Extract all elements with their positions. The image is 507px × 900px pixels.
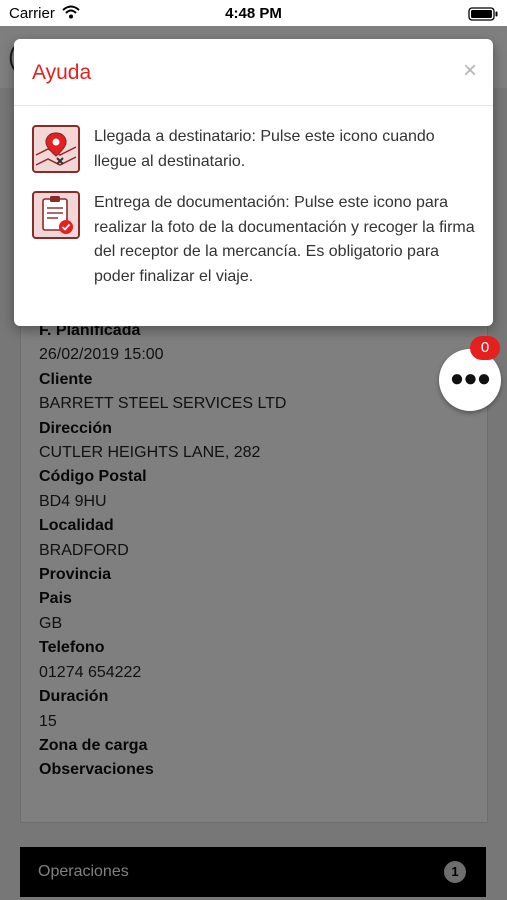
modal-header: Ayuda ×: [14, 39, 493, 106]
more-dots-icon: ●●●: [449, 365, 492, 392]
battery-icon: [468, 7, 498, 25]
help-modal: Ayuda × Llegada a destinatario: Pulse es…: [14, 39, 493, 326]
status-bar: Carrier 4:48 PM: [0, 0, 507, 26]
clipboard-check-icon: [32, 191, 80, 239]
modal-title: Ayuda: [32, 61, 92, 84]
close-icon[interactable]: ×: [463, 57, 477, 85]
notification-badge: 0: [470, 336, 500, 360]
help-text-documentation: Entrega de documentación: Pulse este ico…: [94, 194, 475, 285]
map-pin-destination-icon: [32, 125, 80, 173]
help-text-arrival: Llegada a destinatario: Pulse este icono…: [94, 128, 435, 170]
clock: 4:48 PM: [225, 5, 282, 22]
